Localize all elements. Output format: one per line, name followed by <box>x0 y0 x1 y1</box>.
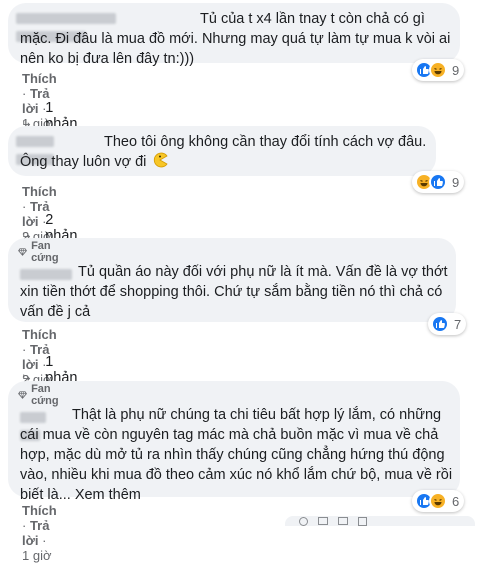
like-link[interactable]: Thích <box>22 71 57 86</box>
like-link[interactable]: Thích <box>22 184 57 199</box>
reaction-count: 7 <box>454 316 462 332</box>
emoji-icon[interactable] <box>299 516 308 526</box>
comment-text: Tủ của t x4 lần tnay t còn chả có gì mặc… <box>20 11 451 67</box>
reply-composer-edge <box>285 512 482 526</box>
reaction-summary[interactable]: 9 <box>412 171 465 193</box>
reaction-count: 6 <box>452 493 460 509</box>
like-reaction-icon <box>429 173 447 191</box>
camera-icon[interactable] <box>318 517 328 525</box>
see-more-link[interactable]: Xem thêm <box>75 487 141 503</box>
reaction-count: 9 <box>452 174 460 190</box>
composer-bubble-top[interactable] <box>285 516 475 526</box>
comment-actions: Thích · Trả lời · 1 giờ <box>22 503 57 563</box>
reaction-summary[interactable]: 7 <box>428 313 467 335</box>
badge-label: Fan cứng <box>31 383 59 407</box>
comment-text: Thật là phụ nữ chúng ta chi tiêu bất hợp… <box>20 407 453 503</box>
reaction-summary[interactable]: 6 <box>412 490 465 512</box>
fan-badge: Fan cứng <box>18 383 64 407</box>
fan-badge: Fan cứng <box>18 240 64 264</box>
gif-icon[interactable] <box>338 517 348 525</box>
comment-text: Theo tôi ông không cần thay đổi tính các… <box>20 134 427 170</box>
comment-time[interactable]: 1 giờ <box>22 548 52 563</box>
like-link[interactable]: Thích <box>22 503 57 518</box>
like-link[interactable]: Thích <box>22 327 57 342</box>
reaction-count: 9 <box>452 62 460 78</box>
like-reaction-icon <box>431 315 449 333</box>
pacman-emoticon <box>154 152 169 168</box>
comment-text: Tủ quần áo này đối với phụ nữ là ít mà. … <box>20 264 448 320</box>
diamond-icon <box>18 248 27 256</box>
diamond-icon <box>18 391 27 399</box>
haha-reaction-icon <box>429 492 447 510</box>
sticker-icon[interactable] <box>358 516 367 526</box>
haha-reaction-icon <box>429 61 447 79</box>
badge-label: Fan cứng <box>31 240 59 264</box>
reaction-summary[interactable]: 9 <box>412 59 465 81</box>
